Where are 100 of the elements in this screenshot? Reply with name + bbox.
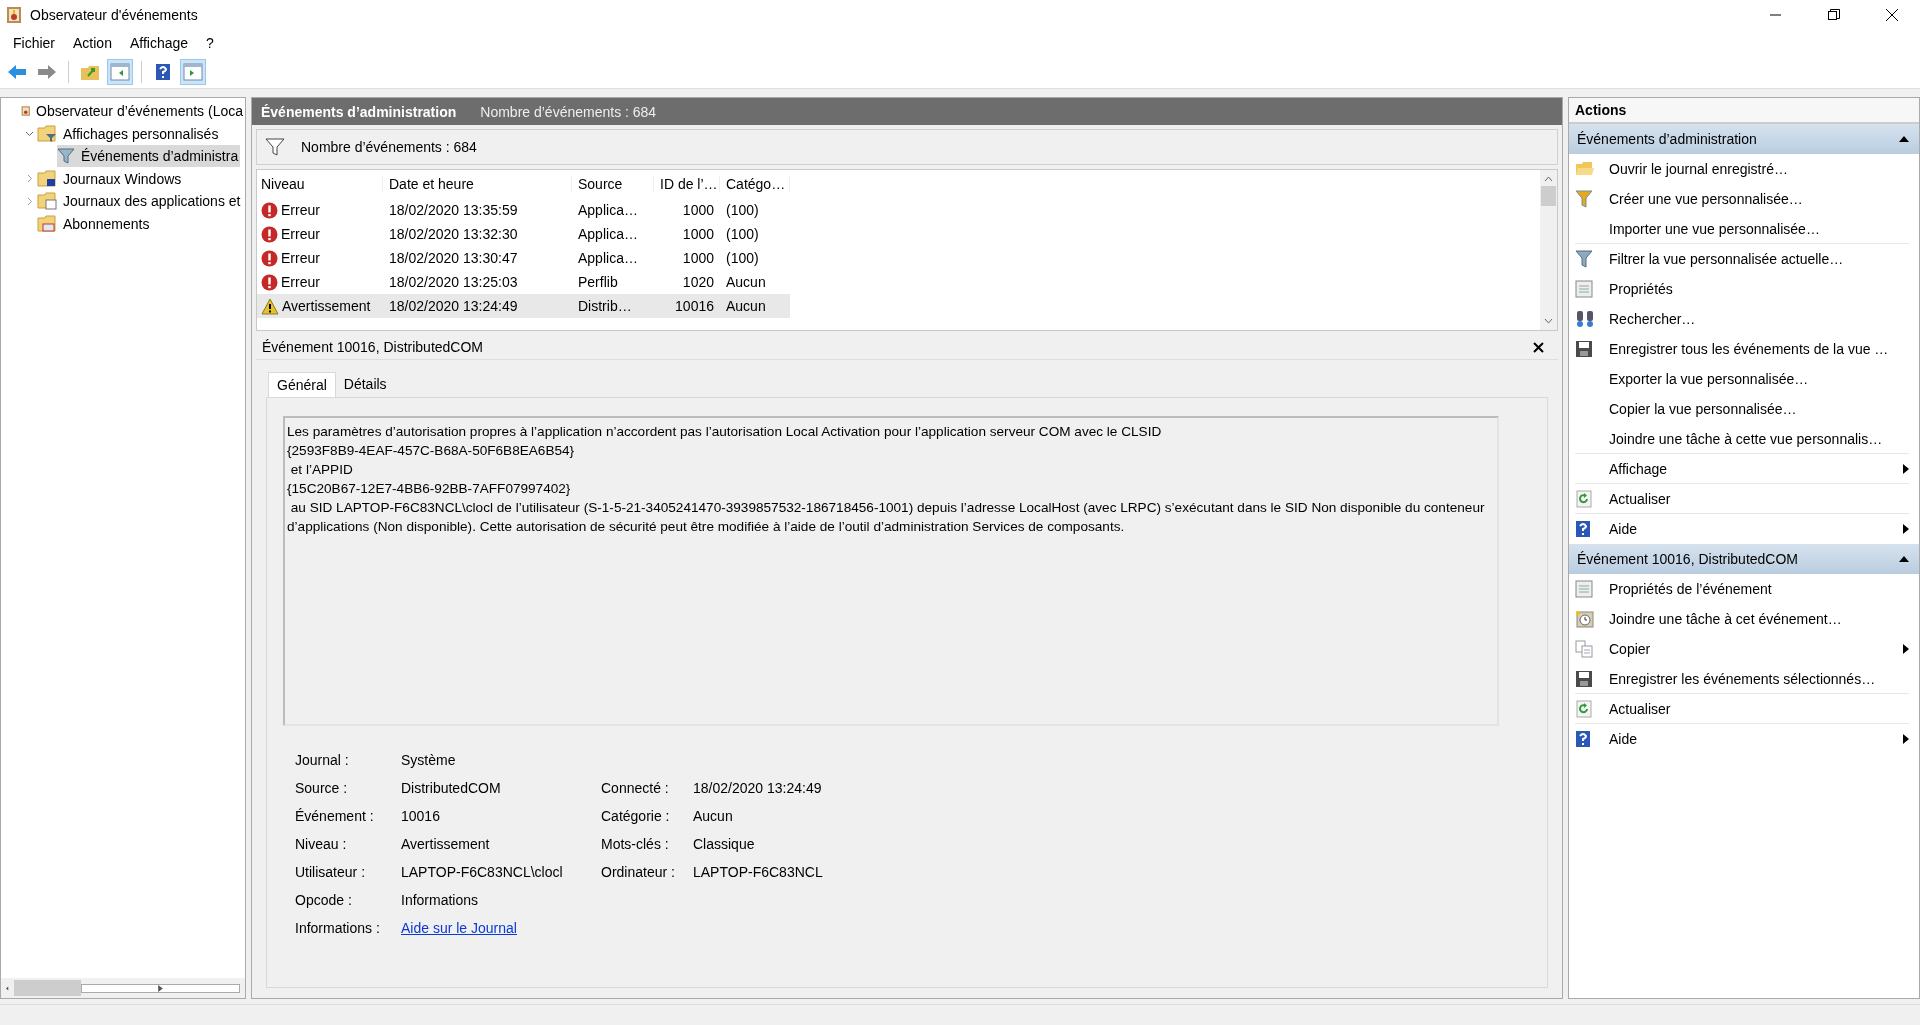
event-row[interactable]: Erreur 18/02/2020 13:35:59 Applica… 1000 (100) bbox=[257, 198, 790, 222]
scroll-thumb[interactable] bbox=[1541, 186, 1556, 206]
help-icon bbox=[155, 63, 171, 81]
field-label: Catégorie : bbox=[601, 808, 671, 824]
restore-icon[interactable] bbox=[1828, 9, 1840, 21]
close-icon[interactable] bbox=[1533, 341, 1544, 353]
save-icon bbox=[1575, 669, 1593, 688]
command-link[interactable]: Rechercher… bbox=[1609, 311, 1909, 327]
section-header[interactable]: Événement 10016, DistributedCOM bbox=[1569, 544, 1919, 574]
vertical-scrollbar[interactable] bbox=[1540, 170, 1557, 330]
funnel-icon bbox=[1575, 250, 1593, 268]
close-icon[interactable] bbox=[1886, 9, 1898, 21]
field-label: Informations : bbox=[295, 920, 381, 936]
scroll-thumb[interactable] bbox=[13, 980, 81, 996]
chevron-down-icon[interactable] bbox=[24, 129, 34, 139]
menu-item[interactable]: Affichage bbox=[120, 35, 198, 51]
table-cell: Erreur bbox=[281, 274, 320, 290]
scroll-right-icon[interactable] bbox=[81, 983, 240, 993]
folder-icon bbox=[37, 192, 57, 211]
tree-item[interactable]: Journaux Windows bbox=[37, 167, 184, 190]
table-cell: Erreur bbox=[281, 226, 320, 242]
event-row[interactable]: Erreur 18/02/2020 13:32:30 Applica… 1000 (100) bbox=[257, 222, 790, 246]
column-header[interactable]: Source bbox=[572, 176, 654, 192]
event-row[interactable]: Erreur 18/02/2020 13:30:47 Applica… 1000 (100) bbox=[257, 246, 790, 270]
funnel-icon bbox=[57, 148, 75, 165]
window-title: Observateur d'événements bbox=[30, 7, 198, 23]
command-link[interactable]: Joindre une tâche à cet événement… bbox=[1609, 611, 1909, 627]
command-link[interactable]: Affichage bbox=[1609, 460, 1903, 477]
command-link[interactable]: Copier la vue personnalisée… bbox=[1609, 401, 1909, 417]
field-value: LAPTOP-F6C83NCL bbox=[693, 864, 824, 880]
help-link[interactable]: Aide sur le Journal bbox=[401, 920, 601, 936]
event-count: Nombre d’événements : 684 bbox=[480, 103, 657, 120]
pane-right-icon bbox=[183, 63, 203, 81]
horizontal-scrollbar[interactable] bbox=[1, 978, 245, 998]
field-label: Ordinateur : bbox=[601, 864, 676, 880]
help-icon bbox=[1575, 730, 1591, 748]
column-header[interactable]: Catégo… bbox=[720, 176, 790, 192]
help-icon bbox=[1575, 520, 1591, 538]
pane-left-icon bbox=[110, 63, 130, 81]
command-link[interactable]: Ouvrir le journal enregistré… bbox=[1609, 161, 1909, 177]
table-cell: Erreur bbox=[281, 250, 320, 266]
tree-item[interactable]: Événements d’administra bbox=[57, 145, 241, 168]
collapse-icon[interactable] bbox=[1899, 136, 1909, 142]
menu-item[interactable]: Action bbox=[64, 35, 121, 51]
copy-icon bbox=[1575, 640, 1593, 658]
tab[interactable]: Détails bbox=[335, 372, 395, 397]
command-link[interactable]: Propriétés bbox=[1609, 281, 1909, 297]
tree-item[interactable]: Journaux des applications et bbox=[37, 190, 243, 213]
table-cell-text: Perflib bbox=[577, 274, 619, 290]
table-cell-text: Applica… bbox=[577, 202, 639, 218]
command-link[interactable]: Copier bbox=[1609, 641, 1903, 657]
menu-item[interactable]: ? bbox=[197, 35, 223, 51]
event-row[interactable]: Erreur 18/02/2020 13:25:03 Perflib 1020 Aucun bbox=[257, 270, 790, 294]
command-link[interactable]: Exporter la vue personnalisée… bbox=[1609, 371, 1909, 387]
command-link[interactable]: Créer une vue personnalisée… bbox=[1609, 191, 1909, 207]
field-label: Niveau : bbox=[295, 836, 348, 852]
command-link[interactable]: Actualiser bbox=[1609, 490, 1909, 507]
tree-item[interactable]: Abonnements bbox=[37, 212, 152, 235]
scroll-down-icon[interactable] bbox=[1544, 318, 1553, 324]
column-header[interactable]: Niveau bbox=[257, 176, 383, 192]
collapse-icon[interactable] bbox=[1899, 556, 1909, 562]
description-text: Les paramètres d’autorisation propres à l’application n’accordent pas l’autorisation Local Activation pour l’application serveur COM avec le CLSID {2593F8B9-4EAF-457C-B68A-50F6B8EA6B54} et l’APPID {15C20B67-12E7-4BB6-92BB-7AFF07997402} au SID LAPTOP-F6C83NCL\clocl de l’utilisateur (S-1-5-21-3405241470-3939857532-186718456-1001) depuis l’adresse LocalHost (avec LRPC) s’exécutant dans le SID Non disponible du conteneur d’applications (Non disponible). Cette autorisation de sécurité peut être modifiée à l’aide de l’outil d’administration Services de composants. bbox=[283, 416, 1499, 726]
scroll-up-icon[interactable] bbox=[1544, 176, 1553, 182]
forward-arrow-icon bbox=[37, 64, 57, 80]
save-icon bbox=[1575, 340, 1593, 358]
field-label: Journal : bbox=[295, 752, 350, 768]
table-cell-text: Distrib… bbox=[577, 298, 633, 314]
command-link[interactable]: Aide bbox=[1609, 521, 1903, 537]
field-value: Informations bbox=[401, 892, 480, 908]
command-link[interactable]: Propriétés de l’événement bbox=[1609, 581, 1909, 597]
refresh-icon bbox=[1575, 489, 1593, 508]
command-link[interactable]: Joindre une tâche à cette vue personnalis… bbox=[1609, 430, 1909, 447]
command-link[interactable]: Filtrer la vue personnalisée actuelle… bbox=[1609, 251, 1909, 267]
command-link[interactable]: Actualiser bbox=[1609, 700, 1909, 717]
field-value: 18/02/2020 13:24:49 bbox=[693, 780, 823, 796]
command-link[interactable]: Importer une vue personnalisée… bbox=[1609, 220, 1909, 237]
view-title: Événements d’administration bbox=[261, 103, 457, 120]
table-cell-text: (100) bbox=[725, 250, 760, 266]
tree-item[interactable]: Affichages personnalisés bbox=[37, 122, 221, 145]
folder-icon bbox=[37, 169, 57, 188]
actions-header: Actions bbox=[1569, 98, 1919, 124]
command-link[interactable]: Enregistrer tous les événements de la vue … bbox=[1609, 341, 1909, 357]
column-header[interactable]: Date et heure bbox=[383, 176, 572, 192]
event-row[interactable]: Avertissement 18/02/2020 13:24:49 Distrib… 10016 Aucun bbox=[257, 294, 790, 318]
field-label: Source : bbox=[295, 780, 349, 796]
table-cell: Avertissement bbox=[282, 298, 371, 314]
section-header[interactable]: Événements d’administration bbox=[1569, 124, 1919, 154]
table-cell-text: Aucun bbox=[725, 274, 767, 290]
folder-icon bbox=[37, 124, 57, 143]
tree-item[interactable]: Observateur d’événements (Loca bbox=[20, 100, 245, 123]
field-label: Opcode : bbox=[295, 892, 353, 908]
field-value: Classique bbox=[693, 836, 756, 852]
column-header[interactable]: ID de l’… bbox=[654, 176, 720, 192]
back-arrow-icon bbox=[7, 64, 27, 80]
table-cell-text: (100) bbox=[725, 226, 760, 242]
tab[interactable]: Général bbox=[268, 372, 336, 397]
field-label: Événement : bbox=[295, 808, 375, 824]
command-link[interactable]: Enregistrer les événements sélectionnés… bbox=[1609, 670, 1909, 687]
command-link[interactable]: Aide bbox=[1609, 731, 1903, 747]
menu-item[interactable]: Fichier bbox=[4, 35, 64, 51]
